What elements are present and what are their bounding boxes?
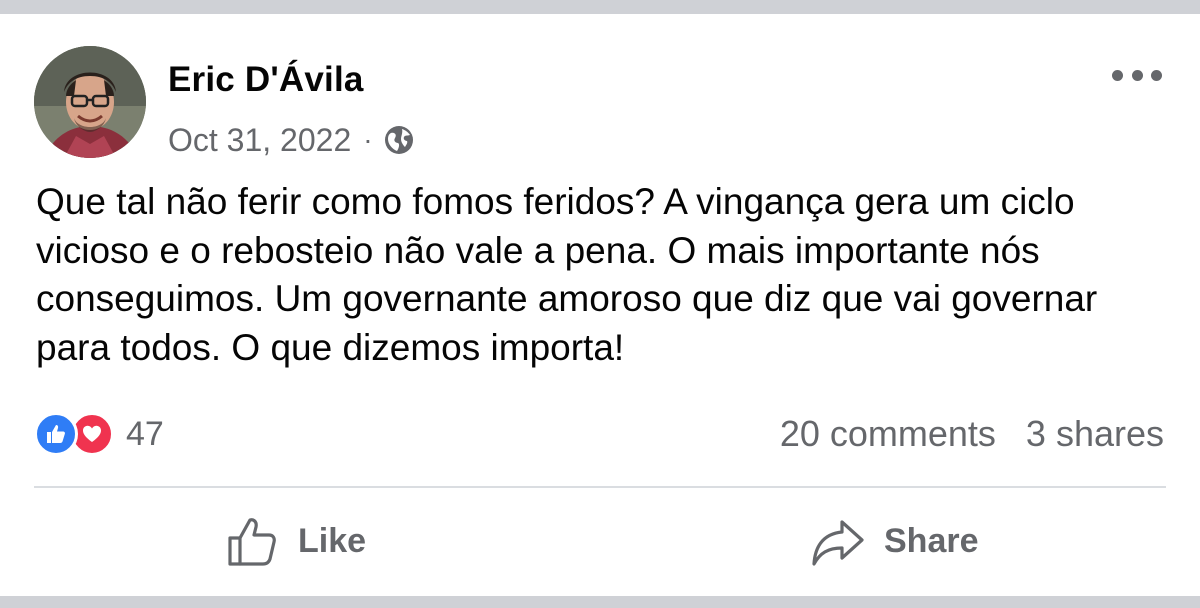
facebook-post-card: Eric D'Ávila Oct 31, 2022 · Que tal não … xyxy=(0,0,1200,608)
post-meta: Oct 31, 2022 · xyxy=(168,120,415,160)
share-button-label: Share xyxy=(884,521,979,560)
like-button-label: Like xyxy=(298,521,367,560)
avatar-photo xyxy=(34,46,146,158)
share-arrow-icon xyxy=(812,520,864,566)
globe-icon xyxy=(383,124,415,156)
bottom-border xyxy=(0,596,1200,608)
more-dot-icon xyxy=(1131,69,1143,81)
like-reaction-icon xyxy=(34,412,78,456)
top-border xyxy=(0,0,1200,14)
author-name[interactable]: Eric D'Ávila xyxy=(168,60,364,100)
avatar[interactable] xyxy=(34,46,146,158)
divider xyxy=(34,486,1166,488)
more-options-button[interactable] xyxy=(1112,60,1162,90)
reactions-summary[interactable]: 47 xyxy=(34,412,164,456)
post-date[interactable]: Oct 31, 2022 xyxy=(168,122,351,159)
more-dot-icon xyxy=(1151,69,1162,81)
engagement-stats: 20 comments 3 shares xyxy=(780,412,1164,456)
like-button[interactable]: Like xyxy=(226,508,366,574)
meta-separator: · xyxy=(363,124,373,155)
share-button[interactable]: Share xyxy=(810,508,979,574)
reaction-count: 47 xyxy=(126,414,164,453)
comments-count-link[interactable]: 20 comments xyxy=(780,413,996,455)
thumbs-up-icon xyxy=(228,518,276,566)
more-dot-icon xyxy=(1112,69,1123,81)
post-text: Que tal não ferir como fomos feridos? A … xyxy=(36,181,1098,368)
shares-count-link[interactable]: 3 shares xyxy=(1026,413,1164,455)
